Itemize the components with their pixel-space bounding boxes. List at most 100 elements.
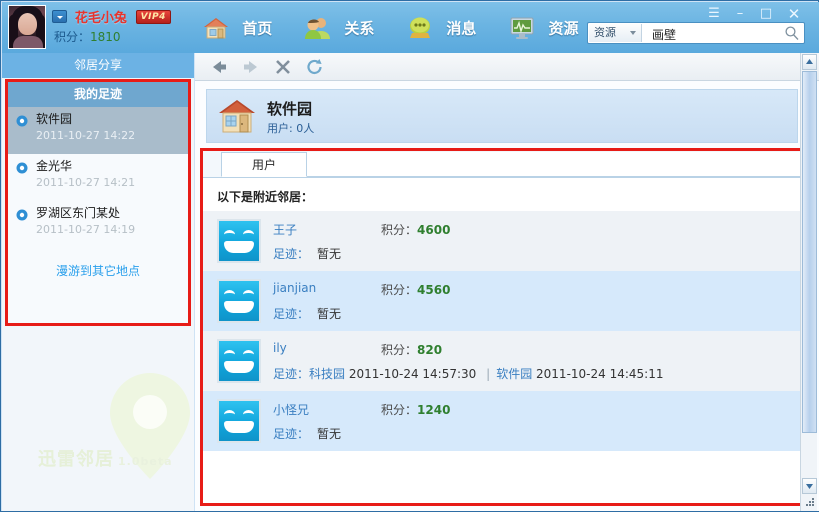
- trace-label: 足迹：: [273, 307, 310, 321]
- footprint-time-2: 2011-10-27 14:19: [36, 223, 136, 236]
- home-icon: [202, 14, 230, 42]
- scrollbar-thumb[interactable]: [802, 71, 817, 433]
- account-points-value: 1810: [90, 30, 121, 44]
- nav-label-home: 首页: [242, 19, 273, 38]
- smiley-face-icon: [219, 221, 259, 261]
- search-input[interactable]: [650, 25, 784, 43]
- tab-users[interactable]: 用户: [221, 152, 307, 177]
- watermark-brand: 迅雷邻居: [38, 449, 114, 470]
- user-points-1: 积分：4560: [381, 281, 450, 298]
- points-label: 积分：: [381, 223, 418, 237]
- search-bar: 资源: [587, 22, 805, 44]
- trace-label: 足迹：: [273, 247, 310, 261]
- search-icon[interactable]: [784, 25, 800, 41]
- trace-place-2-0[interactable]: 科技园: [309, 367, 345, 381]
- resize-grip[interactable]: [803, 496, 816, 509]
- account-nickname[interactable]: 花毛小兔: [75, 7, 127, 26]
- smiley-face-icon: [219, 401, 259, 441]
- user-name-1[interactable]: jianjian: [273, 281, 316, 295]
- user-avatar-2[interactable]: [217, 339, 261, 383]
- back-button[interactable]: [207, 57, 231, 79]
- footprint-item-0[interactable]: 软件园 2011-10-27 14:22: [8, 107, 188, 154]
- footprint-header: 我的足迹: [8, 82, 188, 107]
- trace-none-3: 暂无: [317, 427, 342, 441]
- footprint-item-1[interactable]: 金光华 2011-10-27 14:21: [8, 154, 188, 201]
- refresh-button[interactable]: [303, 57, 327, 79]
- scroll-up-button[interactable]: [802, 54, 817, 70]
- content-panel: 用户 以下是附近邻居： 王子 积分：4600 足迹： 暂无 jianjian 积…: [200, 148, 804, 506]
- user-avatar-3[interactable]: [217, 399, 261, 443]
- window-maximize-button[interactable]: □: [755, 6, 777, 22]
- tab-bar-filler: [307, 152, 801, 177]
- place-title: 软件园: [267, 100, 313, 118]
- points-label: 积分：: [381, 283, 418, 297]
- watermark-text: 迅雷邻居 1.0beta: [38, 445, 173, 471]
- window-close-button[interactable]: ✕: [783, 6, 805, 22]
- user-points-0: 积分：4600: [381, 221, 450, 238]
- user-avatar-1[interactable]: [217, 279, 261, 323]
- user-trace-0: 足迹： 暂无: [273, 245, 341, 262]
- title-bar: 花毛小兔 VIP4 积分：1810 首页 关系 消息 资源 ☰ – □ ✕ 资源…: [2, 2, 819, 53]
- monitor-icon: [508, 14, 536, 42]
- nav-label-relations: 关系: [344, 19, 375, 38]
- nav-item-messages[interactable]: 消息: [406, 8, 476, 48]
- user-row-0[interactable]: 王子 积分：4600 足迹： 暂无: [203, 211, 801, 271]
- avatar[interactable]: [8, 5, 46, 49]
- trace-place-2-1[interactable]: 软件园: [496, 367, 532, 381]
- place-header-card: 软件园 用户: 0人: [206, 89, 798, 143]
- account-points: 积分：1810: [54, 28, 121, 45]
- vertical-scrollbar[interactable]: [800, 53, 817, 511]
- footprint-place-1: 金光华: [36, 159, 73, 173]
- watermark: 迅雷邻居 1.0beta: [2, 345, 194, 505]
- user-points-3: 积分：1240: [381, 401, 450, 418]
- search-scope-label: 资源: [594, 26, 616, 39]
- forward-button[interactable]: [239, 57, 263, 79]
- user-trace-3: 足迹： 暂无: [273, 425, 341, 442]
- points-label: 积分：: [381, 403, 418, 417]
- user-trace-2: 足迹：科技园 2011-10-24 14:57:30 | 软件园 2011-10-…: [273, 365, 663, 382]
- nav-label-resources: 资源: [548, 19, 579, 38]
- sidebar: 邻居分享 我的足迹 软件园 2011-10-27 14:22 金光华 2011-…: [2, 53, 194, 511]
- user-row-3[interactable]: 小怪兄 积分：1240 足迹： 暂无: [203, 391, 801, 451]
- people-icon: [304, 14, 332, 42]
- stop-button[interactable]: [271, 57, 295, 79]
- nav-label-messages: 消息: [446, 19, 477, 38]
- footprint-place-0: 软件园: [36, 112, 73, 126]
- search-scope-dropdown[interactable]: 资源: [589, 24, 642, 42]
- trace-separator: |: [486, 367, 491, 381]
- roam-elsewhere-link[interactable]: 漫游到其它地点: [8, 248, 188, 279]
- avatar-face: [18, 13, 37, 35]
- footprint-place-2: 罗湖区东门某处: [36, 206, 121, 220]
- trace-none-0: 暂无: [317, 247, 342, 261]
- smiley-face-icon: [219, 341, 259, 381]
- scroll-down-button[interactable]: [802, 478, 817, 494]
- user-trace-1: 足迹： 暂无: [273, 305, 341, 322]
- message-icon: [406, 14, 434, 42]
- window-minimize-button[interactable]: –: [729, 6, 751, 22]
- watermark-version: 1.0beta: [118, 455, 173, 468]
- chevron-down-icon: [630, 31, 636, 35]
- user-name-0[interactable]: 王子: [273, 221, 297, 238]
- account-info: 花毛小兔 VIP4: [52, 7, 171, 26]
- user-name-3[interactable]: 小怪兄: [273, 401, 309, 418]
- nav-item-relations[interactable]: 关系: [304, 8, 374, 48]
- user-avatar-0[interactable]: [217, 219, 261, 263]
- user-row-2[interactable]: ily 积分：820 足迹：科技园 2011-10-24 14:57:30 | 软…: [203, 331, 801, 391]
- user-name-2[interactable]: ily: [273, 341, 287, 355]
- tab-bar: 用户: [203, 151, 801, 178]
- smiley-face-icon: [219, 281, 259, 321]
- main-nav: 首页 关系 消息 资源: [202, 8, 606, 50]
- nav-item-resources[interactable]: 资源: [508, 8, 578, 48]
- main-pane: 软件园 用户: 0人 用户 以下是附近邻居： 王子 积分：4600 足迹： 暂无…: [195, 53, 819, 511]
- points-label: 积分：: [381, 343, 418, 357]
- user-row-1[interactable]: jianjian 积分：4560 足迹： 暂无: [203, 271, 801, 331]
- footprint-time-1: 2011-10-27 14:21: [36, 176, 136, 189]
- footprint-item-2[interactable]: 罗湖区东门某处 2011-10-27 14:19: [8, 201, 188, 248]
- points-value-1: 4560: [417, 283, 451, 297]
- vip-badge[interactable]: VIP4: [135, 9, 171, 24]
- account-dropdown-icon[interactable]: [52, 10, 67, 23]
- points-value-2: 820: [417, 343, 443, 357]
- nav-item-home[interactable]: 首页: [202, 8, 272, 48]
- window-menu-button[interactable]: ☰: [703, 6, 725, 22]
- sidebar-share-header: 邻居分享: [2, 53, 194, 78]
